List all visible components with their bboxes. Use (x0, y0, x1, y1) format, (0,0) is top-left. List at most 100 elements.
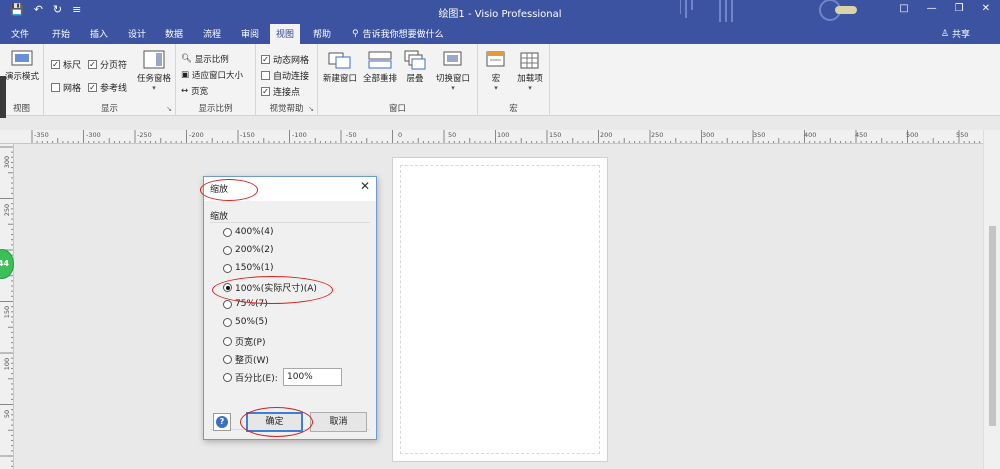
zoom-option-100[interactable]: 100%(实际尺寸)(A) (223, 281, 317, 294)
tab-review[interactable]: 审阅 (241, 27, 259, 40)
dialog-title: 缩放 (210, 185, 229, 195)
addins-button[interactable]: 加载项 ▾ (512, 50, 548, 92)
zoom-option-50[interactable]: 50%(5) (223, 317, 268, 327)
cascade-label: 层叠 (406, 74, 424, 84)
side-strip (0, 76, 6, 118)
zoom-option-label: 400%(4) (235, 227, 274, 237)
minimize-icon[interactable]: — (927, 3, 937, 14)
zoom-option-75[interactable]: 75%(7) (223, 299, 268, 309)
radio-icon (223, 355, 232, 364)
cancel-button[interactable]: 取消 (310, 412, 367, 432)
zoom-option-percent[interactable]: 百分比(E): (223, 371, 278, 384)
arrange-all-button[interactable]: 全部重排 (360, 50, 400, 84)
zoom-option-label: 150%(1) (235, 263, 274, 273)
v-tick-label: 150 (3, 305, 12, 319)
macros-group-label: 宏 (509, 104, 518, 114)
ruler-checkbox[interactable]: ✓ 标尺 (51, 58, 81, 71)
zoom-button[interactable]: 🔍︎ 显示比例 (181, 53, 229, 65)
close-icon[interactable]: ✕ (360, 179, 370, 193)
autoconnect-label: 自动连接 (273, 72, 310, 82)
presentation-mode-label: 演示模式 (4, 72, 39, 82)
radio-icon (223, 263, 232, 273)
h-tick-label: -50 (346, 131, 357, 139)
grid-label: 网格 (63, 84, 82, 94)
addins-label: 加载项 (517, 74, 543, 84)
task-panes-icon (143, 50, 165, 69)
fit-to-window-button[interactable]: ▣ 适应窗口大小 (181, 69, 243, 81)
radio-icon (223, 317, 232, 327)
close-icon[interactable]: ✕ (982, 3, 990, 14)
ok-button[interactable]: 确定 (246, 412, 303, 432)
switch-windows-icon (443, 51, 462, 66)
v-tick-label: 100 (3, 357, 12, 371)
share-label: 共享 (951, 30, 970, 40)
tab-insert[interactable]: 插入 (90, 27, 108, 40)
zoom-dialog: 缩放 ✕ 缩放 400%(4) 200%(2) 150%(1) 100%(实际尺… (203, 176, 377, 440)
title-bar: 💾 ↶ ↻ ≡ 绘图1 - Visio Professional □ — ❐ ✕ (0, 0, 1000, 22)
v-tick-label: 300 (3, 155, 12, 169)
ribbon-options-icon[interactable]: □ (899, 3, 908, 14)
dynamic-grid-check-box: ✓ (261, 55, 270, 64)
connection-points-checkbox[interactable]: ✓ 连接点 (261, 85, 300, 98)
grid-checkbox[interactable]: 网格 (51, 81, 81, 94)
share-button[interactable]: ♙ 共享 (941, 27, 970, 41)
dialog-body: 缩放 400%(4) 200%(2) 150%(1) 100%(实际尺寸)(A)… (204, 201, 376, 439)
divider (210, 222, 370, 223)
ribbon-group-view: 演示模式 视图 (0, 44, 44, 116)
lightbulb-icon: ⚲ (352, 28, 359, 39)
h-tick-label: 50 (448, 131, 457, 139)
zoom-option-label: 200%(2) (235, 245, 274, 255)
new-window-button[interactable]: 新建窗口 (320, 50, 360, 84)
macros-icon (486, 51, 505, 67)
horizontal-ruler: -350 -300 -250 -200 -150 -100 -50 0 50 1… (0, 130, 983, 144)
page-breaks-checkbox[interactable]: ✓ 分页符 (88, 58, 127, 71)
tell-me-text: 告诉我你想要做什么 (362, 30, 444, 40)
switch-windows-button[interactable]: 切换窗口 ▾ (430, 50, 476, 92)
cascade-button[interactable]: 层叠 (400, 50, 430, 84)
percent-input[interactable]: 100% (283, 368, 342, 386)
macros-button[interactable]: 宏 ▾ (480, 50, 512, 92)
dynamic-grid-checkbox[interactable]: ✓ 动态网格 (261, 53, 309, 66)
zoom-option-page-width[interactable]: 页宽(P) (223, 335, 265, 348)
help-button[interactable]: ? (213, 413, 231, 431)
view-group-label: 视图 (12, 104, 30, 114)
drawing-page[interactable] (392, 157, 608, 462)
ribbon-group-macros: 宏 ▾ 加载项 ▾ 宏 (478, 44, 550, 116)
zoom-option-200[interactable]: 200%(2) (223, 245, 273, 255)
guides-checkbox[interactable]: ✓ 参考线 (88, 81, 127, 94)
tell-me-box[interactable]: ⚲ 告诉我你想要做什么 (352, 27, 444, 41)
show-launcher-icon[interactable]: ↘ (166, 105, 172, 113)
h-tick-label: 400 (804, 131, 817, 139)
zoom-group-label: 显示比例 (198, 104, 233, 114)
tab-file[interactable]: 文件 (11, 27, 29, 40)
new-window-label: 新建窗口 (322, 74, 357, 84)
restore-icon[interactable]: ❐ (955, 3, 964, 14)
h-tick-label: 300 (702, 131, 715, 139)
h-tick-label: -250 (137, 131, 152, 139)
tab-help[interactable]: 帮助 (313, 27, 331, 40)
zoom-option-400[interactable]: 400%(4) (223, 227, 273, 237)
tab-view[interactable]: 视图 (270, 24, 301, 44)
h-tick-label: 450 (855, 131, 868, 139)
h-tick-label: 250 (651, 131, 664, 139)
vertical-scrollbar[interactable] (983, 130, 1000, 469)
zoom-option-label: 百分比(E): (235, 374, 278, 384)
presentation-mode-button[interactable]: 演示模式 (0, 50, 44, 82)
zoom-option-whole-page[interactable]: 整页(W) (223, 353, 269, 366)
page-breaks-check-box: ✓ (88, 60, 97, 69)
zoom-option-150[interactable]: 150%(1) (223, 263, 273, 273)
vertical-ruler: 300 250 200 150 100 50 (0, 144, 14, 469)
autoconnect-checkbox[interactable]: 自动连接 (261, 69, 309, 82)
tab-process[interactable]: 流程 (203, 27, 221, 40)
tab-home[interactable]: 开始 (52, 27, 70, 40)
task-panes-button[interactable]: 任务窗格 ▾ (134, 50, 174, 92)
scrollbar-thumb[interactable] (989, 226, 996, 426)
h-tick-label: 350 (753, 131, 766, 139)
tab-design[interactable]: 设计 (128, 27, 146, 40)
radio-selected-icon (223, 283, 232, 292)
arrange-all-label: 全部重排 (362, 74, 397, 84)
macros-label: 宏 (491, 74, 501, 84)
visual-aids-launcher-icon[interactable]: ↘ (308, 105, 314, 113)
tab-data[interactable]: 数据 (165, 27, 183, 40)
page-width-button[interactable]: ↔ 页宽 (181, 85, 208, 97)
